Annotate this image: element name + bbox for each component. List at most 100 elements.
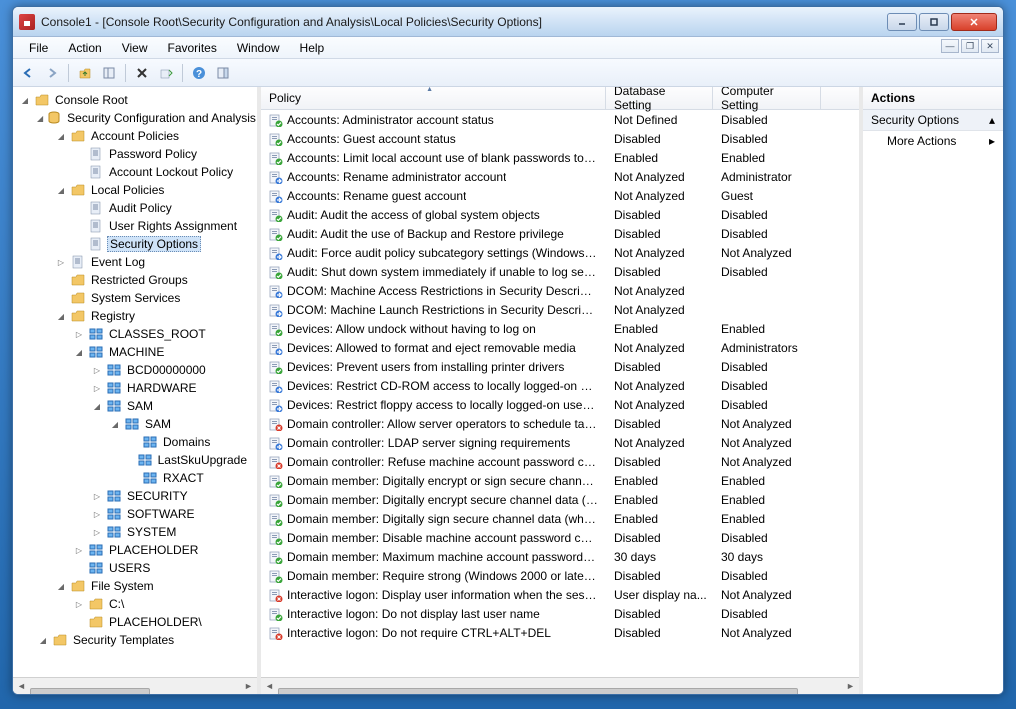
tree-view[interactable]: ◢Console Root◢Security Configuration and…	[13, 87, 257, 677]
policy-row[interactable]: Audit: Force audit policy subcategory se…	[261, 243, 859, 262]
policy-row[interactable]: Accounts: Rename guest accountNot Analyz…	[261, 186, 859, 205]
collapse-icon[interactable]: ◢	[55, 186, 67, 195]
expand-icon[interactable]: ▷	[91, 510, 103, 519]
tree-item[interactable]: ◢Account Policies	[15, 127, 255, 145]
tree-item[interactable]: ◢MACHINE	[15, 343, 255, 361]
expand-icon[interactable]: ▷	[73, 546, 85, 555]
tree-item[interactable]: Security Options	[15, 235, 255, 253]
collapse-icon[interactable]: ◢	[19, 96, 31, 105]
scroll-right-icon[interactable]: ►	[842, 678, 859, 695]
policy-row[interactable]: Devices: Restrict CD-ROM access to local…	[261, 376, 859, 395]
policy-row[interactable]: Accounts: Guest account statusDisabledDi…	[261, 129, 859, 148]
policy-row[interactable]: Interactive logon: Do not display last u…	[261, 604, 859, 623]
export-button[interactable]	[155, 62, 177, 84]
tree-item[interactable]: ◢SAM	[15, 415, 255, 433]
action-more-actions[interactable]: More Actions ▸	[863, 131, 1003, 151]
menu-action[interactable]: Action	[58, 39, 111, 57]
tree-item[interactable]: ◢Local Policies	[15, 181, 255, 199]
expand-icon[interactable]: ▷	[91, 528, 103, 537]
policy-row[interactable]: Domain member: Digitally encrypt secure …	[261, 490, 859, 509]
minimize-button[interactable]	[887, 13, 917, 31]
policy-row[interactable]: Accounts: Limit local account use of bla…	[261, 148, 859, 167]
collapse-icon[interactable]: ◢	[109, 420, 121, 429]
scroll-left-icon[interactable]: ◄	[13, 678, 30, 695]
policy-row[interactable]: Interactive logon: Display user informat…	[261, 585, 859, 604]
list-scrollbar[interactable]: ◄ ►	[261, 677, 859, 694]
tree-item[interactable]: Audit Policy	[15, 199, 255, 217]
policy-row[interactable]: Interactive logon: Do not require CTRL+A…	[261, 623, 859, 642]
expand-icon[interactable]: ▷	[73, 600, 85, 609]
up-button[interactable]	[74, 62, 96, 84]
menu-help[interactable]: Help	[290, 39, 335, 57]
list-view[interactable]: Accounts: Administrator account statusNo…	[261, 110, 859, 677]
policy-row[interactable]: Devices: Prevent users from installing p…	[261, 357, 859, 376]
expand-icon[interactable]: ▷	[73, 330, 85, 339]
tree-item[interactable]: System Services	[15, 289, 255, 307]
collapse-icon[interactable]: ◢	[73, 348, 85, 357]
tree-item[interactable]: ▷SECURITY	[15, 487, 255, 505]
collapse-icon[interactable]: ◢	[91, 402, 103, 411]
scroll-thumb[interactable]	[30, 688, 150, 694]
policy-row[interactable]: Domain member: Require strong (Windows 2…	[261, 566, 859, 585]
collapse-icon[interactable]: ◢	[55, 312, 67, 321]
action-group-header[interactable]: Security Options ▴	[863, 110, 1003, 131]
policy-row[interactable]: Domain member: Maximum machine account p…	[261, 547, 859, 566]
delete-button[interactable]	[131, 62, 153, 84]
menu-view[interactable]: View	[112, 39, 158, 57]
tree-item[interactable]: ◢Registry	[15, 307, 255, 325]
tree-item[interactable]: Password Policy	[15, 145, 255, 163]
column-header-computer[interactable]: Computer Setting	[713, 87, 821, 109]
expand-icon[interactable]: ▷	[91, 384, 103, 393]
show-hide-tree-button[interactable]	[98, 62, 120, 84]
policy-row[interactable]: Devices: Allow undock without having to …	[261, 319, 859, 338]
mdi-close-button[interactable]: ✕	[981, 39, 999, 53]
tree-item[interactable]: ▷HARDWARE	[15, 379, 255, 397]
menu-favorites[interactable]: Favorites	[158, 39, 227, 57]
tree-item[interactable]: ▷SYSTEM	[15, 523, 255, 541]
close-button[interactable]	[951, 13, 997, 31]
policy-row[interactable]: Accounts: Administrator account statusNo…	[261, 110, 859, 129]
tree-item[interactable]: ▷Event Log	[15, 253, 255, 271]
tree-item[interactable]: Domains	[15, 433, 255, 451]
scroll-thumb[interactable]	[278, 688, 798, 694]
tree-scrollbar[interactable]: ◄ ►	[13, 677, 257, 694]
collapse-icon[interactable]: ◢	[37, 114, 43, 123]
tree-item[interactable]: ▷C:\	[15, 595, 255, 613]
policy-row[interactable]: Devices: Restrict floppy access to local…	[261, 395, 859, 414]
tree-item[interactable]: ◢File System	[15, 577, 255, 595]
help-button[interactable]: ?	[188, 62, 210, 84]
policy-row[interactable]: Domain member: Digitally encrypt or sign…	[261, 471, 859, 490]
tree-item[interactable]: RXACT	[15, 469, 255, 487]
tree-item[interactable]: USERS	[15, 559, 255, 577]
tree-item[interactable]: Account Lockout Policy	[15, 163, 255, 181]
tree-item[interactable]: ◢Security Templates	[15, 631, 255, 649]
tree-item[interactable]: PLACEHOLDER\	[15, 613, 255, 631]
expand-icon[interactable]: ▷	[91, 492, 103, 501]
policy-row[interactable]: Domain member: Disable machine account p…	[261, 528, 859, 547]
expand-icon[interactable]: ▷	[91, 366, 103, 375]
scroll-right-icon[interactable]: ►	[240, 678, 257, 695]
expand-icon[interactable]: ▷	[55, 258, 67, 267]
mdi-restore-button[interactable]: ❐	[961, 39, 979, 53]
tree-item[interactable]: ▷CLASSES_ROOT	[15, 325, 255, 343]
policy-row[interactable]: Devices: Allowed to format and eject rem…	[261, 338, 859, 357]
tree-item[interactable]: LastSkuUpgrade	[15, 451, 255, 469]
column-header-database[interactable]: Database Setting	[606, 87, 713, 109]
collapse-icon[interactable]: ◢	[55, 132, 67, 141]
tree-item[interactable]: ◢SAM	[15, 397, 255, 415]
action-pane-button[interactable]	[212, 62, 234, 84]
policy-row[interactable]: DCOM: Machine Access Restrictions in Sec…	[261, 281, 859, 300]
policy-row[interactable]: Domain member: Digitally sign secure cha…	[261, 509, 859, 528]
policy-row[interactable]: Domain controller: LDAP server signing r…	[261, 433, 859, 452]
policy-row[interactable]: Audit: Audit the use of Backup and Resto…	[261, 224, 859, 243]
policy-row[interactable]: Audit: Shut down system immediately if u…	[261, 262, 859, 281]
tree-item[interactable]: User Rights Assignment	[15, 217, 255, 235]
tree-item[interactable]: ▷PLACEHOLDER	[15, 541, 255, 559]
tree-item[interactable]: Restricted Groups	[15, 271, 255, 289]
collapse-icon[interactable]: ◢	[55, 582, 67, 591]
forward-button[interactable]	[41, 62, 63, 84]
policy-row[interactable]: Domain controller: Allow server operator…	[261, 414, 859, 433]
column-header-policy[interactable]: Policy	[261, 87, 606, 109]
tree-item[interactable]: ▷BCD00000000	[15, 361, 255, 379]
menu-file[interactable]: File	[19, 39, 58, 57]
